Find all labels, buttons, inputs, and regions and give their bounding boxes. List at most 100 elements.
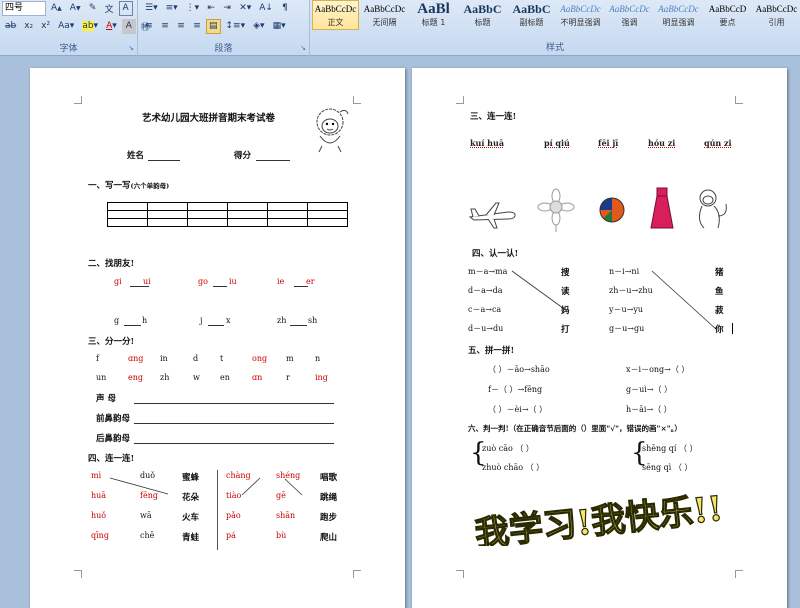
syllable-item: n bbox=[315, 354, 321, 363]
line-spacing-icon[interactable]: ↕≡▾ bbox=[223, 19, 249, 34]
pinyin-item: go bbox=[198, 277, 208, 286]
document-page-2[interactable]: 三、连一连! 四、认一认! 五、拼一拼! 六、判一判!（在正确音节后面的（）里面… bbox=[412, 68, 787, 608]
blank-line[interactable] bbox=[208, 325, 224, 326]
grow-font-icon[interactable]: A ▲ bbox=[48, 1, 65, 16]
answer-line[interactable] bbox=[134, 423, 334, 424]
shrink-font-icon[interactable]: A ▼ bbox=[67, 1, 84, 16]
judge-item[interactable]: zuò cāo （ ） bbox=[482, 443, 534, 454]
style-9[interactable]: AaBbCcDc 引用 bbox=[753, 0, 800, 30]
sort-icon[interactable]: A↓ bbox=[256, 1, 276, 16]
shading-icon[interactable]: ◈▾ bbox=[250, 19, 267, 34]
style-1[interactable]: AaBbCcDc 无间隔 bbox=[361, 0, 408, 30]
dialog-launcher-icon[interactable]: ↘ bbox=[300, 44, 306, 52]
char-right: 你 bbox=[715, 325, 724, 335]
char-left: 搜 bbox=[561, 268, 570, 278]
style-2[interactable]: AaBl 标题 1 bbox=[410, 0, 457, 30]
document-page-1[interactable]: 艺术幼儿园大班拼音期末考试卷 姓名 得分 一、写一写(六个单韵母) 二、找朋友!… bbox=[30, 68, 405, 608]
spell-exercise[interactable]: （ ）－èi→（ ） bbox=[488, 404, 547, 415]
font-size-select[interactable]: 四号 bbox=[2, 0, 46, 16]
justify-icon[interactable]: ≡ bbox=[190, 19, 204, 34]
style-name: 强调 bbox=[621, 18, 638, 27]
char-left: 打 bbox=[561, 325, 570, 335]
answer-line[interactable] bbox=[134, 443, 334, 444]
style-preview: AaBbC bbox=[512, 2, 551, 16]
picture-pinyin: hóu zi bbox=[648, 138, 676, 148]
distributed-icon[interactable]: ▤ bbox=[206, 18, 221, 34]
align-left-icon[interactable]: ≡ bbox=[142, 19, 156, 34]
blank-line[interactable] bbox=[130, 286, 149, 287]
spell-exercise[interactable]: h－āi→（ ） bbox=[626, 404, 672, 415]
style-name: 不明显强调 bbox=[560, 18, 601, 27]
multilevel-list-icon[interactable]: ⋮▾ bbox=[183, 1, 203, 16]
judge-item[interactable]: shēng qí （ ） bbox=[642, 443, 698, 454]
style-name: 引用 bbox=[768, 18, 785, 27]
style-name: 正文 bbox=[327, 18, 344, 27]
char-shading-icon[interactable]: A bbox=[121, 18, 136, 34]
style-preview: AaBbC bbox=[463, 2, 502, 16]
syllable-item: d bbox=[193, 354, 199, 363]
clear-format-icon[interactable]: ✎ bbox=[86, 1, 100, 16]
judge-item[interactable]: sēng qì （ ） bbox=[642, 462, 692, 473]
style-6[interactable]: AaBbCcDc 强调 bbox=[606, 0, 653, 30]
style-3[interactable]: AaBbC 标题 bbox=[459, 0, 506, 30]
pinyin-item: iu bbox=[229, 277, 237, 286]
style-0[interactable]: AaBbCcDc 正文 bbox=[312, 0, 359, 30]
spell-exercise[interactable]: f－（ ）→fēng bbox=[488, 384, 542, 395]
syllable-item: ɑng bbox=[128, 354, 144, 363]
pinyin-item: ui bbox=[143, 277, 151, 286]
pinyin-right-1: chàng bbox=[226, 471, 251, 480]
syllable-item: un bbox=[96, 373, 107, 382]
change-case-icon[interactable]: Aa▾ bbox=[55, 19, 77, 34]
superscript-icon[interactable]: x² bbox=[38, 19, 53, 34]
show-marks-icon[interactable]: ¶ bbox=[278, 1, 292, 16]
style-8[interactable]: AaBbCcD 要点 bbox=[704, 0, 751, 30]
subscript-icon[interactable]: x₂ bbox=[21, 19, 36, 34]
pinyin-mid: chē bbox=[140, 531, 155, 540]
syllable-item: ɑn bbox=[252, 373, 263, 382]
syllable-item: eng bbox=[128, 373, 144, 382]
increase-indent-icon[interactable]: ⇥ bbox=[220, 1, 234, 16]
pinyin-mid: wā bbox=[140, 511, 152, 520]
style-5[interactable]: AaBbCcDc 不明显强调 bbox=[557, 0, 604, 30]
spell-exercise[interactable]: g－uì→（ ） bbox=[626, 384, 672, 395]
char-right: 鱼 bbox=[715, 287, 724, 297]
picture-pinyin: qún zi bbox=[704, 138, 732, 148]
spell-left: d－u→du bbox=[468, 324, 504, 333]
syllable-item: zh bbox=[160, 373, 170, 382]
answer-line[interactable] bbox=[134, 403, 334, 404]
char-border-icon[interactable]: A bbox=[118, 0, 133, 16]
pinyin-item: sh bbox=[308, 316, 318, 325]
spell-exercise[interactable]: （ ）－āo→shāo bbox=[488, 364, 550, 375]
spell-right: n－i→ni bbox=[609, 267, 640, 276]
align-center-icon[interactable]: ≡ bbox=[158, 19, 172, 34]
syllable-item: f bbox=[96, 354, 99, 363]
highlight-icon[interactable]: ab ▾ bbox=[79, 19, 101, 34]
blank-line[interactable] bbox=[290, 325, 307, 326]
dialog-launcher-icon[interactable]: ↘ bbox=[128, 44, 134, 52]
p2-section-6-heading: 六、判一判!（在正确音节后面的（）里面"√"，错误的画"×"。） bbox=[468, 424, 682, 433]
phonetic-guide-icon[interactable]: 文 bbox=[102, 1, 117, 16]
spell-exercise[interactable]: x－i－ong→（ ） bbox=[626, 364, 689, 375]
font-color-icon[interactable]: A ▾ bbox=[103, 19, 120, 34]
category-label: 后鼻韵母 bbox=[96, 434, 131, 444]
blank-line[interactable] bbox=[213, 286, 227, 287]
judge-item[interactable]: zhuò chāo （ ） bbox=[482, 462, 544, 473]
style-4[interactable]: AaBbC 副标题 bbox=[508, 0, 555, 30]
spell-left: d－a→da bbox=[468, 286, 503, 295]
bullets-icon[interactable]: ☰▾ bbox=[142, 1, 161, 16]
strikethrough-icon[interactable]: a̶b̶ bbox=[2, 19, 19, 34]
char-right: 菽 bbox=[715, 306, 724, 316]
word-left: 蜜蜂 bbox=[182, 473, 200, 483]
category-label: 声 母 bbox=[96, 394, 116, 404]
style-7[interactable]: AaBbCcDc 明显强调 bbox=[655, 0, 702, 30]
pinyin-mid: duǒ bbox=[140, 471, 156, 480]
asian-layout-icon[interactable]: ✕▾ bbox=[236, 1, 254, 16]
align-right-icon[interactable]: ≡ bbox=[174, 19, 188, 34]
style-name: 标题 bbox=[474, 18, 491, 27]
blank-line[interactable] bbox=[124, 325, 141, 326]
blank-line[interactable] bbox=[294, 286, 308, 287]
numbering-icon[interactable]: ≡▾ bbox=[163, 1, 181, 16]
borders-icon[interactable]: ▦▾ bbox=[270, 19, 289, 34]
decrease-indent-icon[interactable]: ⇤ bbox=[204, 1, 218, 16]
syllable-item: t bbox=[220, 354, 224, 363]
